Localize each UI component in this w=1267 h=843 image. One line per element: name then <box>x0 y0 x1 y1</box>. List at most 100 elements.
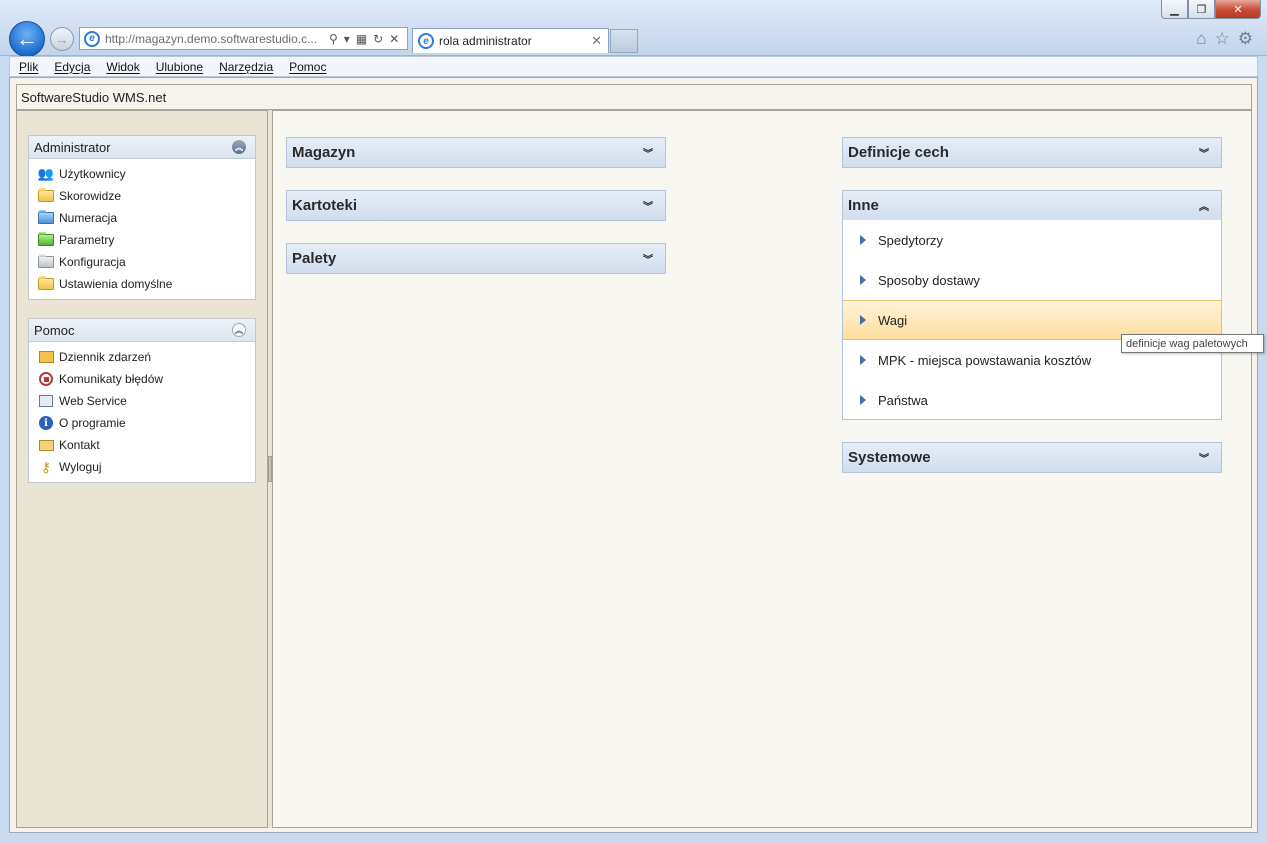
collapse-icon[interactable]: ︽ <box>232 140 246 154</box>
sidebar-item-label: Ustawienia domyślne <box>59 277 173 291</box>
kartoteki-panel-header[interactable]: Kartoteki ︾ <box>287 191 665 220</box>
address-bar[interactable]: e http://magazyn.demo.softwarestudio.c..… <box>79 27 408 50</box>
sidebar-item-dziennik-zdarzen[interactable]: Dziennik zdarzeń <box>38 346 255 368</box>
stop-icon <box>38 372 54 386</box>
menu-ulubione[interactable]: Ulubione <box>156 60 203 74</box>
arrow-right-icon <box>860 275 866 285</box>
browser-tab[interactable]: e rola administrator ✕ <box>412 28 609 53</box>
compat-view-icon[interactable]: ▦ <box>356 32 367 46</box>
chevron-down-icon[interactable]: ︾ <box>1199 450 1209 465</box>
chevron-down-icon[interactable]: ︾ <box>643 198 653 213</box>
administrator-panel: Administrator ︽ 👥 Użytkownicy Skorowidze… <box>28 135 256 300</box>
sidebar-item-numeracja[interactable]: Numeracja <box>38 207 255 229</box>
list-item-label: MPK - miejsca powstawania kosztów <box>878 352 1092 368</box>
administrator-panel-header[interactable]: Administrator ︽ <box>29 136 255 159</box>
app-title: SoftwareStudio WMS.net <box>21 89 167 105</box>
sidebar-item-label: Dziennik zdarzeń <box>59 350 152 364</box>
panel-title: Palety <box>292 250 337 267</box>
arrow-right-icon <box>860 235 866 245</box>
info-icon: i <box>38 416 54 430</box>
palety-panel-header[interactable]: Palety ︾ <box>287 244 665 273</box>
menu-edycja[interactable]: Edycja <box>54 60 90 74</box>
chevron-down-icon[interactable]: ︾ <box>1199 145 1209 160</box>
back-button[interactable]: ← <box>9 21 45 57</box>
web-service-icon <box>38 394 54 408</box>
list-item-label: Sposoby dostawy <box>878 272 980 288</box>
address-url[interactable]: http://magazyn.demo.softwarestudio.c... <box>105 32 325 46</box>
stop-load-icon[interactable]: ✕ <box>389 32 399 46</box>
chevron-down-icon[interactable]: ︾ <box>643 145 653 160</box>
pomoc-panel-header[interactable]: Pomoc ︽ <box>29 319 255 342</box>
menu-pomoc[interactable]: Pomoc <box>289 60 326 74</box>
chevron-down-icon[interactable]: ︾ <box>643 251 653 266</box>
home-icon[interactable]: ⌂ <box>1196 29 1206 49</box>
page-content: SoftwareStudio WMS.net Administrator ︽ 👥… <box>9 77 1258 833</box>
dropdown-icon[interactable]: ▾ <box>344 32 350 46</box>
list-item-spedytorzy[interactable]: Spedytorzy <box>843 220 1221 260</box>
kartoteki-panel: Kartoteki ︾ <box>286 190 666 221</box>
list-item-sposoby-dostawy[interactable]: Sposoby dostawy <box>843 260 1221 300</box>
forward-arrow-icon: → <box>55 31 69 47</box>
sidebar-item-kontakt[interactable]: Kontakt <box>38 434 255 456</box>
search-icon[interactable]: ⚲ <box>329 32 338 46</box>
window-controls: ▁ ❐ ✕ <box>1161 0 1261 19</box>
forward-button[interactable]: → <box>50 27 74 51</box>
users-icon: 👥 <box>37 166 55 181</box>
sidebar: Administrator ︽ 👥 Użytkownicy Skorowidze… <box>16 110 268 828</box>
sidebar-item-label: Parametry <box>59 233 115 247</box>
sidebar-item-uzytkownicy[interactable]: 👥 Użytkownicy <box>38 163 255 185</box>
sidebar-item-o-programie[interactable]: i O programie <box>38 412 255 434</box>
sidebar-item-label: Numeracja <box>59 211 118 225</box>
panel-title: Inne <box>848 197 879 214</box>
menu-narzedzia[interactable]: Narzędzia <box>219 60 273 74</box>
maximize-button[interactable]: ❐ <box>1188 0 1215 19</box>
list-item-label: Wagi <box>878 312 908 328</box>
arrow-right-icon <box>860 355 866 365</box>
favorites-star-icon[interactable]: ☆ <box>1215 29 1230 49</box>
definicje-cech-panel-header[interactable]: Definicje cech ︾ <box>843 138 1221 167</box>
palety-panel: Palety ︾ <box>286 243 666 274</box>
browser-chrome: ▁ ❐ ✕ ← → e http://magazyn.demo.software… <box>0 0 1267 57</box>
folder-blue-icon <box>38 210 54 225</box>
sidebar-item-wyloguj[interactable]: ⚷ Wyloguj <box>38 456 255 478</box>
menu-plik[interactable]: Plik <box>19 60 38 74</box>
log-icon <box>38 350 54 364</box>
chevron-up-icon[interactable]: ︽ <box>1199 198 1209 213</box>
refresh-icon[interactable]: ↻ <box>373 32 383 46</box>
panel-title: Kartoteki <box>292 197 358 214</box>
sidebar-item-web-service[interactable]: Web Service <box>38 390 255 412</box>
main-pane: Magazyn ︾ Kartoteki ︾ Palety ︾ Definicje… <box>272 110 1252 828</box>
menu-bar: Plik Edycja Widok Ulubione Narzędzia Pom… <box>9 56 1258 77</box>
tooltip: definicje wag paletowych <box>1121 334 1264 353</box>
systemowe-panel-header[interactable]: Systemowe ︾ <box>843 443 1221 472</box>
list-item-panstwa[interactable]: Państwa <box>843 380 1221 420</box>
sidebar-item-parametry[interactable]: Parametry <box>38 229 255 251</box>
new-tab-button[interactable] <box>610 29 638 53</box>
tools-gear-icon[interactable]: ⚙ <box>1238 29 1253 49</box>
minimize-button[interactable]: ▁ <box>1161 0 1188 19</box>
tab-title: rola administrator <box>439 34 532 48</box>
menu-widok[interactable]: Widok <box>106 60 139 74</box>
folder-yellow-icon <box>38 276 54 291</box>
close-window-button[interactable]: ✕ <box>1215 0 1261 19</box>
pomoc-panel: Pomoc ︽ Dziennik zdarzeń Komunikaty błęd… <box>28 318 256 483</box>
sidebar-item-ustawienia-domyslne[interactable]: Ustawienia domyślne <box>38 273 255 295</box>
sidebar-item-label: Web Service <box>59 394 127 408</box>
magazyn-panel: Magazyn ︾ <box>286 137 666 168</box>
tab-ie-icon: e <box>418 33 434 49</box>
sidebar-item-label: Użytkownicy <box>59 167 126 181</box>
folder-green-icon <box>38 232 54 247</box>
collapse-icon[interactable]: ︽ <box>232 323 246 337</box>
sidebar-item-skorowidze[interactable]: Skorowidze <box>38 185 255 207</box>
list-item-label: Spedytorzy <box>878 232 944 248</box>
panel-title: Systemowe <box>848 449 931 466</box>
sidebar-item-konfiguracja[interactable]: Konfiguracja <box>38 251 255 273</box>
ie-page-icon: e <box>84 30 100 47</box>
definicje-cech-panel: Definicje cech ︾ <box>842 137 1222 168</box>
magazyn-panel-header[interactable]: Magazyn ︾ <box>287 138 665 167</box>
panel-title: Definicje cech <box>848 144 949 161</box>
sidebar-item-label: O programie <box>59 416 126 430</box>
inne-panel-header[interactable]: Inne ︽ <box>843 191 1221 220</box>
tab-close-icon[interactable]: ✕ <box>591 33 602 49</box>
sidebar-item-komunikaty-bledow[interactable]: Komunikaty błędów <box>38 368 255 390</box>
